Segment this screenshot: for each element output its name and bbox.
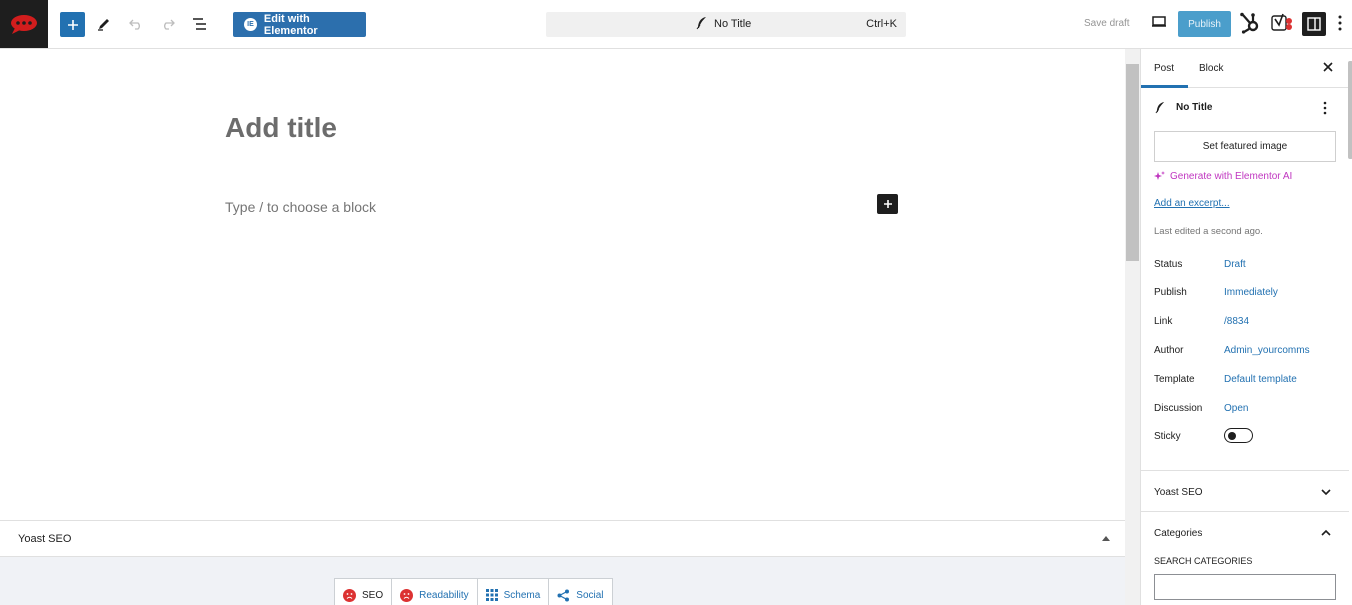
discussion-row: Discussion Open: [1154, 403, 1344, 417]
desktop-preview-icon[interactable]: [1151, 15, 1167, 29]
feather-icon: [696, 17, 706, 30]
toggle-knob: [1228, 431, 1236, 440]
add-excerpt-link[interactable]: Add an excerpt...: [1154, 198, 1230, 209]
categories-panel-title[interactable]: Categories: [1154, 528, 1202, 539]
active-tab-indicator: [1141, 85, 1188, 88]
search-categories-input[interactable]: [1154, 574, 1336, 600]
top-toolbar: IE Edit with Elementor No Title Ctrl+K S…: [0, 0, 1352, 49]
publish-row: Publish Immediately: [1154, 287, 1344, 301]
last-edited-text: Last edited a second ago.: [1154, 226, 1263, 237]
options-kebab-icon[interactable]: [1338, 14, 1342, 32]
status-value-button[interactable]: Draft: [1224, 259, 1246, 270]
hubspot-icon[interactable]: [1239, 12, 1261, 34]
inline-block-inserter[interactable]: [877, 194, 898, 214]
link-label: Link: [1154, 316, 1173, 327]
yoast-tab-readability[interactable]: Readability: [391, 578, 478, 605]
undo-button[interactable]: [124, 12, 148, 36]
post-actions-kebab-icon[interactable]: [1323, 101, 1327, 115]
grid-icon: [485, 589, 498, 601]
editor-canvas: Add title Type / to choose a block: [0, 49, 1125, 520]
author-row: Author Admin_yourcomms: [1154, 345, 1344, 359]
close-icon[interactable]: [1323, 62, 1333, 72]
share-icon: [557, 589, 570, 601]
yoast-tab-seo[interactable]: SEO: [334, 578, 393, 605]
post-summary-title: No Title: [1155, 101, 1212, 114]
edit-with-elementor-button[interactable]: IE Edit with Elementor: [233, 12, 366, 37]
sticky-row: Sticky: [1154, 428, 1344, 445]
yoast-tab-label: Readability: [419, 589, 469, 601]
yoast-tab-label: Schema: [503, 589, 541, 601]
publish-label: Publish: [1154, 287, 1187, 298]
caret-up-icon[interactable]: [1102, 535, 1110, 541]
search-categories-label: SEARCH CATEGORIES: [1154, 556, 1253, 566]
edit-with-elementor-label: Edit with Elementor: [263, 12, 318, 37]
yoast-icon[interactable]: [1271, 13, 1293, 33]
editor-scroll-thumb[interactable]: [1126, 64, 1139, 261]
permalink-button[interactable]: /8834: [1224, 316, 1249, 327]
set-featured-image-button[interactable]: Set featured image: [1154, 131, 1336, 162]
settings-sidebar: Post Block No Title Set featured image G…: [1140, 49, 1352, 605]
sticky-toggle[interactable]: [1224, 428, 1253, 443]
yoast-tab-label: SEO: [362, 589, 384, 601]
tab-block[interactable]: Block: [1199, 63, 1223, 74]
sticky-label: Sticky: [1154, 431, 1181, 442]
chevron-down-icon: [1321, 489, 1331, 496]
publish-button[interactable]: Publish: [1178, 11, 1231, 37]
template-label: Template: [1154, 374, 1195, 385]
sad-face-icon: [343, 588, 356, 602]
author-button[interactable]: Admin_yourcomms: [1224, 345, 1310, 356]
post-title-text: No Title: [1176, 102, 1213, 113]
pencil-icon: [98, 19, 109, 31]
document-title: No Title: [714, 18, 752, 30]
redo-button[interactable]: [156, 12, 180, 36]
post-title-input[interactable]: Add title: [225, 112, 337, 144]
block-inserter-toggle-button[interactable]: [60, 12, 85, 37]
status-row: Status Draft: [1154, 259, 1344, 273]
author-label: Author: [1154, 345, 1184, 356]
sidebar-tabs: Post Block: [1141, 49, 1349, 88]
chevron-up-icon[interactable]: [1321, 529, 1331, 536]
link-row: Link /8834: [1154, 316, 1344, 330]
site-logo[interactable]: [0, 0, 48, 48]
undo-icon: [129, 19, 140, 30]
plus-icon: [67, 19, 78, 30]
yoast-panel-title: Yoast SEO: [1154, 487, 1203, 498]
sad-face-icon: [400, 588, 414, 602]
redo-icon: [164, 19, 175, 30]
tools-button[interactable]: [92, 12, 116, 36]
block-appender[interactable]: Type / to choose a block: [225, 199, 376, 215]
keyboard-shortcut: Ctrl+K: [866, 18, 897, 30]
settings-sidebar-toggle[interactable]: [1302, 12, 1326, 36]
document-overview-button[interactable]: [188, 12, 212, 36]
yoast-seo-panel[interactable]: Yoast SEO: [1141, 470, 1349, 511]
yoast-metabox-title: Yoast SEO: [18, 533, 72, 545]
yoast-tab-label: Social: [576, 589, 604, 601]
chat-bubble-logo-icon: [11, 15, 37, 34]
yoast-tabs: SEO Readability Schema Social: [334, 578, 613, 605]
yoast-tab-schema[interactable]: Schema: [476, 578, 550, 605]
template-button[interactable]: Default template: [1224, 374, 1297, 385]
template-row: Template Default template: [1154, 374, 1344, 388]
status-label: Status: [1154, 259, 1183, 270]
list-view-icon: [193, 18, 206, 30]
feather-icon: [1155, 102, 1165, 114]
sidebar-icon: [1307, 17, 1321, 31]
yoast-metabox-header[interactable]: Yoast SEO: [0, 520, 1125, 557]
plus-icon: [883, 200, 892, 208]
command-palette-bar[interactable]: No Title Ctrl+K: [546, 12, 906, 37]
discussion-label: Discussion: [1154, 403, 1203, 414]
sparkle-icon: [1154, 171, 1165, 180]
sidebar-scrollbar[interactable]: [1348, 61, 1352, 159]
generate-elementor-ai-link[interactable]: Generate with Elementor AI: [1154, 171, 1292, 182]
discussion-button[interactable]: Open: [1224, 403, 1248, 414]
yoast-tab-social[interactable]: Social: [548, 578, 613, 605]
tab-post[interactable]: Post: [1154, 63, 1174, 74]
save-draft-button[interactable]: Save draft: [1084, 18, 1130, 29]
publish-date-button[interactable]: Immediately: [1224, 287, 1278, 298]
elementor-icon: IE: [244, 18, 257, 31]
generate-ai-label: Generate with Elementor AI: [1170, 171, 1293, 182]
